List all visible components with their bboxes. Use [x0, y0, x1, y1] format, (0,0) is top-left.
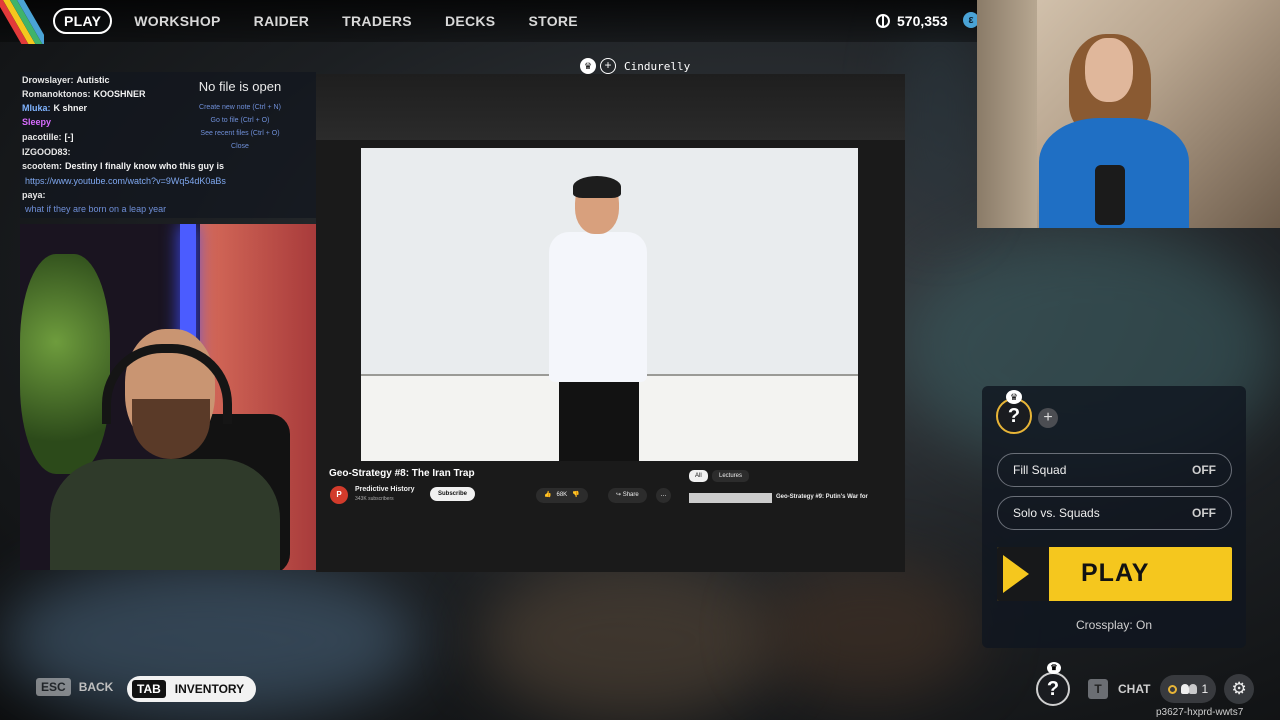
currency-display: 570,353: [876, 13, 948, 29]
like-button[interactable]: 👍 68K 👎: [536, 488, 588, 503]
guest-webcam: [977, 0, 1280, 228]
chat-message: Mluka: K shner: [22, 103, 87, 113]
video-player[interactable]: [361, 148, 858, 461]
subscribe-button[interactable]: Subscribe: [430, 487, 476, 501]
back-hint[interactable]: ESC BACK: [36, 678, 113, 696]
nav-play-tab[interactable]: PLAY: [53, 8, 113, 34]
fill-squad-label: Fill Squad: [1013, 463, 1067, 477]
chat-username: IZGOOD83:: [22, 147, 71, 157]
chat-button[interactable]: CHAT: [1118, 682, 1150, 696]
people-icon: [1181, 684, 1198, 694]
chat-username: pacotille:: [22, 132, 62, 142]
nav-decks-tab[interactable]: DECKS: [445, 13, 496, 29]
leader-crown-icon: ♛: [1006, 390, 1022, 404]
video-title: Geo-Strategy #8: The Iran Trap: [329, 468, 475, 479]
notes-empty-state: No file is open Create new note (Ctrl + …: [165, 75, 315, 218]
chat-text: KOOSHNER: [93, 89, 146, 99]
fill-squad-value: OFF: [1192, 463, 1216, 477]
chat-message: Romanoktonos: KOOSHNER: [22, 89, 146, 99]
back-label: BACK: [78, 680, 114, 694]
nav-raider-tab[interactable]: RAIDER: [254, 13, 309, 29]
chat-text: what if they are born on a leap year: [25, 204, 167, 214]
close-link[interactable]: Close: [165, 143, 315, 150]
next-video-thumbnail[interactable]: [689, 493, 772, 503]
notes-empty-title: No file is open: [198, 79, 282, 94]
share-button[interactable]: ↪ Share: [608, 488, 647, 503]
party-button[interactable]: 1: [1160, 675, 1217, 703]
bottom-right-controls: ♛ ? T CHAT 1 ⚙: [1036, 662, 1255, 706]
play-button[interactable]: PLAY: [997, 547, 1232, 601]
solo-vs-squads-value: OFF: [1192, 506, 1216, 520]
chat-message: Drowslayer: Autistic: [22, 75, 110, 85]
play-panel: ? ♛ + Fill Squad OFF Solo vs. Squads OFF…: [982, 386, 1246, 648]
play-button-label: PLAY: [1081, 559, 1150, 587]
video-metadata: Geo-Strategy #8: The Iran Trap P Predict…: [316, 466, 905, 526]
youtube-window: Geo-Strategy #8: The Iran Trap P Predict…: [316, 74, 905, 572]
tab-key: TAB: [132, 680, 166, 698]
chat-message: paya:: [22, 190, 49, 200]
channel-name[interactable]: Predictive History: [355, 486, 415, 493]
thumbs-down-icon[interactable]: 👎: [572, 488, 579, 503]
chat-username: Sleepy: [22, 117, 52, 127]
solo-vs-squads-toggle[interactable]: Solo vs. Squads OFF: [997, 496, 1232, 530]
chat-username: Mluka:: [22, 103, 51, 113]
squad-leader-tag: ♛ + Cindurelly: [580, 58, 690, 74]
crown-icon: ♛: [1047, 662, 1061, 674]
chat-text: [-]: [64, 132, 74, 142]
share-label: Share: [622, 492, 639, 498]
channel-avatar[interactable]: P: [330, 486, 348, 504]
chat-message: IZGOOD83:: [22, 147, 74, 157]
inventory-hint[interactable]: TAB INVENTORY: [127, 676, 257, 702]
chat-text: K shner: [53, 103, 88, 113]
nav-traders-tab[interactable]: TRADERS: [342, 13, 412, 29]
like-count: 68K: [556, 492, 568, 498]
more-options-button[interactable]: ...: [656, 488, 671, 503]
squad-leader-name: Cindurelly: [624, 59, 691, 73]
chat-username: Romanoktonos:: [22, 89, 91, 99]
esc-key: ESC: [36, 678, 71, 696]
add-friend-icon[interactable]: +: [600, 58, 616, 74]
subscriber-count: 343K subscribers: [355, 496, 394, 502]
create-note-link[interactable]: Create new note (Ctrl + N): [165, 104, 315, 111]
coin-icon: [876, 14, 890, 28]
share-icon: ↪: [616, 492, 623, 498]
inventory-label: INVENTORY: [174, 682, 245, 696]
filter-chip-all[interactable]: All: [689, 470, 708, 482]
nav-store-tab[interactable]: STORE: [528, 13, 577, 29]
player-avatar-label: ?: [1046, 678, 1060, 700]
add-squad-member-button[interactable]: +: [1038, 408, 1058, 428]
go-to-file-link[interactable]: Go to file (Ctrl + O): [165, 117, 315, 124]
chat-message: pacotille: [-]: [22, 132, 74, 142]
fill-squad-toggle[interactable]: Fill Squad OFF: [997, 453, 1232, 487]
brand-stripes-logo: [0, 0, 44, 44]
player-avatar[interactable]: ♛ ?: [1036, 662, 1070, 706]
gear-icon[interactable]: ⚙: [1224, 674, 1255, 704]
crown-icon: ♛: [580, 58, 596, 74]
chat-key: T: [1088, 679, 1108, 699]
play-chevron-icon: [997, 547, 1049, 601]
chat-username: scootem:: [22, 161, 63, 171]
session-id: p3627-hxprd-wwts7: [1156, 707, 1244, 718]
chat-text: Autistic: [76, 75, 110, 85]
top-navigation: PLAY WORKSHOP RAIDER TRADERS DECKS STORE…: [0, 0, 979, 44]
crossplay-status: Crossplay: On: [1075, 618, 1153, 632]
chat-message: what if they are born on a leap year: [22, 204, 166, 214]
chat-message: Sleepy: [22, 117, 54, 127]
filter-chip-lectures[interactable]: Lectures: [712, 470, 750, 482]
thumbs-up-icon: 👍: [544, 492, 552, 498]
chat-username: paya:: [22, 190, 46, 200]
currency-amount: 570,353: [897, 13, 948, 29]
chat-username: Drowslayer:: [22, 75, 74, 85]
next-video-title[interactable]: Geo-Strategy #9: Putin's War for: [776, 494, 868, 500]
status-dot-icon: [1168, 684, 1178, 694]
streamer-webcam: [20, 224, 316, 570]
solo-vs-squads-label: Solo vs. Squads: [1013, 506, 1100, 520]
nav-workshop-tab[interactable]: WORKSHOP: [134, 13, 220, 29]
recent-files-link[interactable]: See recent files (Ctrl + O): [165, 130, 315, 137]
party-count: 1: [1201, 682, 1209, 696]
